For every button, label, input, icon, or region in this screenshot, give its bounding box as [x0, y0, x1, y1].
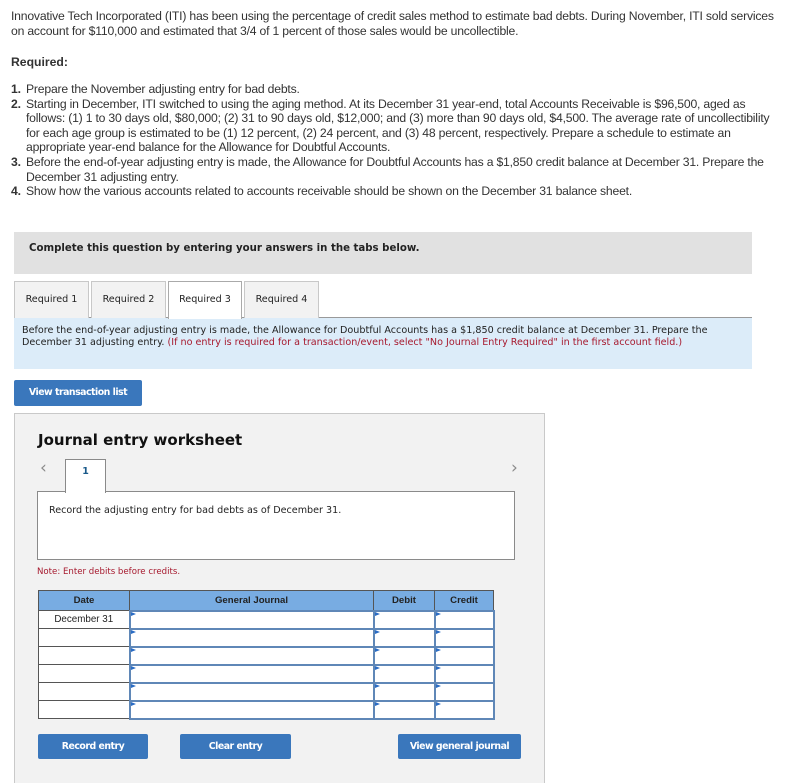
credit-input[interactable] [433, 681, 495, 702]
tab-required-1[interactable]: Required 1 [14, 281, 89, 318]
worksheet-description: Record the adjusting entry for bad debts… [37, 491, 515, 560]
date-cell: December 31 [38, 610, 130, 629]
clear-entry-button[interactable]: Clear entry [180, 734, 291, 759]
requirement-number: 1. [11, 82, 21, 96]
requirement-text: Show how the various accounts related to… [26, 184, 633, 199]
table-row [38, 627, 495, 648]
table-row [38, 663, 495, 684]
debit-input[interactable] [372, 627, 436, 648]
column-header-general-journal: General Journal [129, 590, 374, 611]
table-row: December 31 [38, 609, 495, 630]
requirement-item: 4. Show how the various accounts related … [11, 184, 781, 199]
worksheet-description-text: Record the adjusting entry for bad debts… [49, 505, 342, 516]
requirement-item: 3. Before the end-of-year adjusting entry… [11, 155, 781, 184]
chevron-left-icon[interactable]: ‹ [40, 458, 47, 478]
debit-input[interactable] [372, 663, 436, 684]
requirement-text: Before the end-of-year adjusting entry i… [26, 154, 764, 184]
requirement-item: 1. Prepare the November adjusting entry f… [11, 82, 781, 97]
table-row [38, 645, 495, 666]
required-heading: Required: [11, 55, 68, 69]
requirement-number: 2. [11, 96, 21, 111]
account-input[interactable] [128, 627, 375, 648]
requirement-text: Prepare the November adjusting entry for… [26, 82, 300, 96]
date-cell [38, 628, 130, 647]
account-input[interactable] [128, 645, 375, 666]
journal-header-row: Date General Journal Debit Credit [38, 590, 494, 611]
info-note: (If no entry is required for a transacti… [167, 337, 683, 348]
date-cell [38, 682, 130, 701]
credit-input[interactable] [433, 663, 495, 684]
instructions-band: Complete this question by entering your … [14, 232, 752, 274]
credit-input[interactable] [433, 627, 495, 648]
date-cell [38, 664, 130, 683]
credit-input[interactable] [433, 609, 495, 630]
problem-intro: Innovative Tech Incorporated (ITI) has b… [11, 9, 774, 38]
requirement-item: 2. Starting in December, ITI switched to … [11, 97, 781, 155]
column-header-credit: Credit [434, 590, 494, 611]
requirement-text: Starting in December, ITI switched to us… [26, 96, 770, 155]
credit-input[interactable] [433, 699, 495, 720]
tab-required-3[interactable]: Required 3 [168, 281, 242, 319]
requirement-tabs: Required 1 Required 2 Required 3 Require… [14, 281, 752, 319]
date-cell [38, 646, 130, 665]
worksheet-note: Note: Enter debits before credits. [37, 567, 181, 577]
account-input[interactable] [128, 663, 375, 684]
date-cell [38, 700, 130, 719]
view-general-journal-button[interactable]: View general journal [398, 734, 521, 759]
requirement-number: 3. [11, 154, 21, 169]
record-entry-button[interactable]: Record entry [38, 734, 148, 759]
column-header-date: Date [38, 590, 130, 611]
debit-input[interactable] [372, 681, 436, 702]
worksheet-tab-1[interactable]: 1 [65, 459, 106, 493]
chevron-right-icon[interactable]: › [511, 458, 518, 478]
requirement-info-box: Before the end-of-year adjusting entry i… [14, 318, 752, 369]
tab-required-2[interactable]: Required 2 [91, 281, 166, 318]
debit-input[interactable] [372, 699, 436, 720]
account-input[interactable] [128, 699, 375, 720]
table-row [38, 681, 495, 702]
debit-input[interactable] [372, 645, 436, 666]
journal-entry-worksheet: Journal entry worksheet ‹ 1 › Record the… [14, 413, 545, 783]
table-row [38, 699, 495, 720]
debit-input[interactable] [372, 609, 436, 630]
tab-required-4[interactable]: Required 4 [244, 281, 319, 318]
account-input[interactable] [128, 609, 375, 630]
column-header-debit: Debit [373, 590, 435, 611]
journal-table: Date General Journal Debit Credit Decemb… [38, 590, 495, 720]
view-transaction-list-button[interactable]: View transaction list [14, 380, 142, 406]
instructions-text: Complete this question by entering your … [29, 243, 420, 254]
worksheet-title: Journal entry worksheet [38, 431, 243, 449]
requirement-number: 4. [11, 184, 21, 199]
account-input[interactable] [128, 681, 375, 702]
credit-input[interactable] [433, 645, 495, 666]
requirements-list: 1. Prepare the November adjusting entry f… [11, 82, 781, 199]
